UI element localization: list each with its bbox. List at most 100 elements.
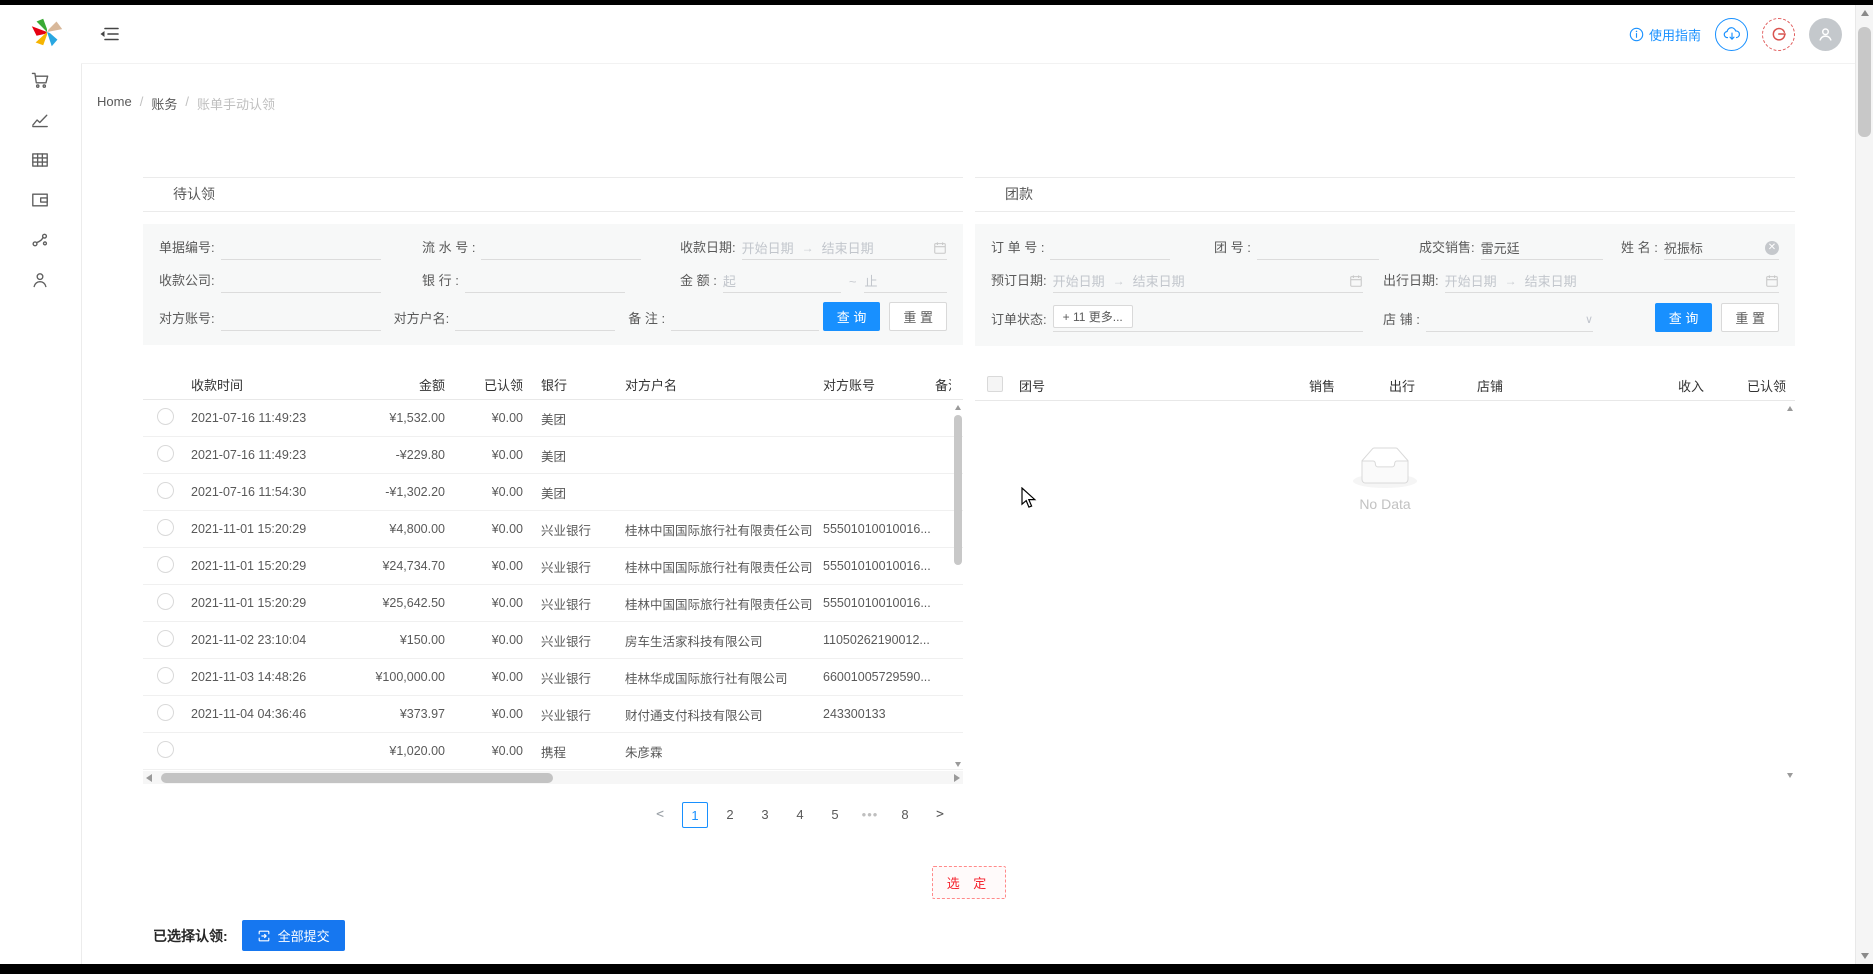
- share-icon[interactable]: [31, 231, 49, 249]
- party-account-input[interactable]: [221, 307, 381, 331]
- table-row[interactable]: 2021-07-16 11:54:30 -¥1,302.20 ¥0.00 美团: [143, 474, 963, 511]
- table-row[interactable]: 2021-11-04 04:36:46 ¥373.97 ¥0.00 兴业银行 财…: [143, 696, 963, 733]
- table-row[interactable]: ¥1,020.00 ¥0.00 携程 朱彦霖: [143, 733, 963, 770]
- travel-date-range-input[interactable]: 开始日期 → 结束日期: [1445, 269, 1779, 293]
- logout-button[interactable]: [1762, 18, 1795, 51]
- pagination-page-last[interactable]: 8: [892, 802, 918, 828]
- pending-table-vscrollbar[interactable]: [953, 401, 963, 770]
- row-radio[interactable]: [157, 445, 174, 462]
- table-row[interactable]: 2021-11-01 15:20:29 ¥24,734.70 ¥0.00 兴业银…: [143, 548, 963, 585]
- select-all-checkbox[interactable]: [987, 376, 1003, 392]
- row-radio[interactable]: [157, 667, 174, 684]
- pagination-prev[interactable]: <: [647, 802, 673, 828]
- col-income: 收入: [1623, 376, 1708, 395]
- group-table-vscrollbar[interactable]: [1785, 402, 1795, 781]
- info-icon: [1629, 27, 1644, 42]
- col-amount: 金额: [337, 375, 449, 394]
- usage-guide-link[interactable]: 使用指南: [1629, 25, 1701, 44]
- calendar-icon[interactable]: [933, 241, 947, 255]
- row-radio[interactable]: [157, 482, 174, 499]
- cell-time: 2021-11-02 23:10:04: [187, 633, 337, 647]
- sidebar-collapse-icon[interactable]: [99, 25, 119, 43]
- cell-party-account: 55501010010016...: [819, 596, 931, 610]
- pagination-ellipsis[interactable]: •••: [857, 802, 883, 828]
- doc-no-input[interactable]: [221, 236, 381, 260]
- pay-date-range-input[interactable]: 开始日期 → 结束日期: [742, 236, 947, 260]
- amount-from-input[interactable]: 起: [723, 269, 841, 293]
- wallet-icon[interactable]: [31, 191, 49, 209]
- book-date-range-input[interactable]: 开始日期 → 结束日期: [1053, 269, 1363, 293]
- shop-select[interactable]: ∨: [1426, 308, 1593, 332]
- row-radio[interactable]: [157, 630, 174, 647]
- table-row[interactable]: 2021-07-16 11:49:23 ¥1,532.00 ¥0.00 美团: [143, 400, 963, 437]
- pagination-page[interactable]: 5: [822, 802, 848, 828]
- pagination-page[interactable]: 4: [787, 802, 813, 828]
- cell-claimed: ¥0.00: [449, 596, 527, 610]
- calendar-icon[interactable]: [1765, 274, 1779, 288]
- pending-claim-panel: 待认领 单据编号: 流 水 号 : 收款日期: 开始日期: [143, 177, 963, 828]
- group-payment-panel: 团款 订 单 号 : 团 号 : 成交销售: 雷元廷: [975, 177, 1795, 828]
- group-no-input[interactable]: [1257, 236, 1379, 260]
- line-chart-icon[interactable]: [31, 111, 49, 129]
- col-bank: 银行: [527, 375, 615, 394]
- order-status-input[interactable]: + 11 更多...: [1053, 302, 1363, 332]
- row-radio[interactable]: [157, 556, 174, 573]
- sales-value: 雷元廷: [1481, 238, 1520, 257]
- table-row[interactable]: 2021-07-16 11:49:23 -¥229.80 ¥0.00 美团: [143, 437, 963, 474]
- table-row[interactable]: 2021-11-02 23:10:04 ¥150.00 ¥0.00 兴业银行 房…: [143, 622, 963, 659]
- breadcrumb-separator: /: [140, 94, 144, 113]
- pagination-next[interactable]: >: [927, 802, 953, 828]
- pagination-page[interactable]: 3: [752, 802, 778, 828]
- page-scrollbar[interactable]: [1855, 5, 1873, 964]
- order-no-input[interactable]: [1050, 236, 1170, 260]
- row-radio[interactable]: [157, 741, 174, 758]
- party-account-label: 对方账号:: [159, 308, 215, 331]
- amount-to-placeholder: 止: [864, 271, 877, 290]
- table-row[interactable]: 2021-11-03 14:48:26 ¥100,000.00 ¥0.00 兴业…: [143, 659, 963, 696]
- group-search-button[interactable]: 查 询: [1655, 303, 1713, 332]
- avatar-user-icon: [1817, 26, 1834, 43]
- calendar-icon[interactable]: [1349, 274, 1363, 288]
- amount-to-input[interactable]: 止: [864, 269, 947, 293]
- party-name-input[interactable]: [455, 307, 615, 331]
- table-row[interactable]: 2021-11-01 15:20:29 ¥4,800.00 ¥0.00 兴业银行…: [143, 511, 963, 548]
- pending-search-button[interactable]: 查 询: [823, 302, 881, 331]
- row-radio[interactable]: [157, 593, 174, 610]
- cart-icon[interactable]: [31, 71, 49, 89]
- row-radio[interactable]: [157, 704, 174, 721]
- row-radio[interactable]: [157, 408, 174, 425]
- cloud-download-button[interactable]: [1715, 18, 1748, 51]
- remark-input[interactable]: [671, 307, 819, 331]
- group-reset-button[interactable]: 重 置: [1721, 303, 1779, 332]
- pagination: < 12345 ••• 8 >: [143, 802, 963, 828]
- submit-all-label: 全部提交: [278, 926, 330, 945]
- confirm-select-button[interactable]: 选 定: [932, 866, 1007, 899]
- bank-input[interactable]: [465, 269, 625, 293]
- bank-label: 银 行 :: [422, 270, 459, 293]
- app-logo: [28, 13, 66, 51]
- serial-no-input[interactable]: [481, 236, 641, 260]
- pending-table-hscrollbar[interactable]: [143, 771, 963, 784]
- company-input[interactable]: [221, 269, 381, 293]
- row-radio[interactable]: [157, 519, 174, 536]
- pagination-page[interactable]: 1: [682, 802, 708, 828]
- breadcrumb-finance[interactable]: 账务: [151, 94, 177, 113]
- user-avatar[interactable]: [1809, 18, 1842, 51]
- range-arrow: →: [1505, 274, 1517, 288]
- customer-name-label: 姓 名 :: [1621, 237, 1658, 260]
- breadcrumb-home[interactable]: Home: [97, 94, 132, 113]
- table-row[interactable]: 2021-11-01 15:20:29 ¥25,642.50 ¥0.00 兴业银…: [143, 585, 963, 622]
- grid-icon[interactable]: [31, 151, 49, 169]
- sales-input[interactable]: 雷元廷: [1481, 236, 1603, 260]
- submit-all-button[interactable]: 全部提交: [242, 920, 345, 951]
- pagination-page[interactable]: 2: [717, 802, 743, 828]
- user-icon[interactable]: [31, 271, 49, 289]
- pending-reset-button[interactable]: 重 置: [889, 302, 947, 331]
- clear-icon[interactable]: ✕: [1765, 241, 1779, 255]
- order-status-more-tag[interactable]: + 11 更多...: [1053, 305, 1133, 328]
- customer-name-value: 祝振标: [1664, 238, 1703, 257]
- amount-label: 金 额 :: [680, 270, 717, 293]
- cell-bank: 兴业银行: [527, 631, 615, 650]
- cell-party-name: 朱彦霖: [615, 742, 819, 761]
- customer-name-input[interactable]: 祝振标 ✕: [1664, 236, 1779, 260]
